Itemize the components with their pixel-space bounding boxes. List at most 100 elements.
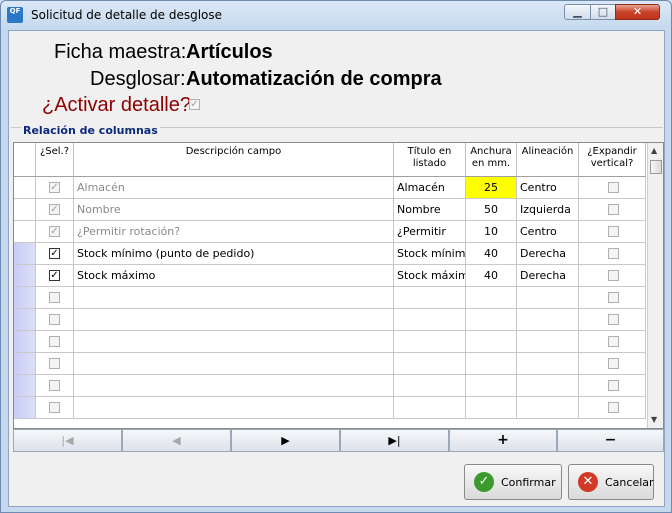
sel-cell[interactable]: [36, 309, 74, 331]
sel-cell[interactable]: [36, 353, 74, 375]
sel-checkbox[interactable]: [49, 402, 60, 413]
expandir-cell[interactable]: [579, 353, 646, 375]
sel-cell[interactable]: [36, 375, 74, 397]
sel-cell[interactable]: ✓: [36, 243, 74, 265]
anchura-cell[interactable]: [466, 397, 517, 419]
table-row[interactable]: ✓ Nombre Nombre 50 Izquierda: [14, 199, 646, 221]
sel-cell[interactable]: [36, 331, 74, 353]
desc-cell[interactable]: Almacén: [74, 177, 394, 199]
alineacion-cell[interactable]: Izquierda: [517, 199, 579, 221]
sel-checkbox[interactable]: [49, 314, 60, 325]
row-indicator[interactable]: [14, 265, 36, 287]
vertical-scrollbar[interactable]: ▲ ▼: [647, 143, 663, 428]
desc-cell[interactable]: ¿Permitir rotación?: [74, 221, 394, 243]
table-row[interactable]: ✓ Almacén Almacén 25 Centro: [14, 177, 646, 199]
expandir-checkbox[interactable]: [608, 336, 619, 347]
sel-checkbox[interactable]: ✓: [49, 226, 60, 237]
sel-checkbox[interactable]: ✓: [49, 248, 60, 259]
row-indicator[interactable]: [14, 221, 36, 243]
expandir-checkbox[interactable]: [608, 204, 619, 215]
alineacion-cell[interactable]: [517, 287, 579, 309]
header-anchura[interactable]: Anchura en mm.: [466, 143, 517, 177]
expandir-checkbox[interactable]: [608, 358, 619, 369]
expandir-cell[interactable]: [579, 309, 646, 331]
next-record-button[interactable]: ▶: [231, 429, 340, 452]
sel-cell[interactable]: ✓: [36, 177, 74, 199]
row-indicator[interactable]: [14, 331, 36, 353]
titulo-cell[interactable]: [394, 353, 466, 375]
scroll-down-icon[interactable]: ▼: [651, 415, 657, 424]
sel-checkbox[interactable]: [49, 380, 60, 391]
anchura-cell[interactable]: 10: [466, 221, 517, 243]
scroll-thumb[interactable]: [650, 160, 662, 174]
expandir-checkbox[interactable]: [608, 292, 619, 303]
previous-record-button[interactable]: ◀: [122, 429, 231, 452]
desc-cell[interactable]: Stock máximo: [74, 265, 394, 287]
row-indicator[interactable]: [14, 243, 36, 265]
header-expandir[interactable]: ¿Expandir vertical?: [579, 143, 646, 177]
desc-cell[interactable]: [74, 287, 394, 309]
desc-cell[interactable]: Nombre: [74, 199, 394, 221]
sel-checkbox[interactable]: [49, 336, 60, 347]
sel-checkbox[interactable]: ✓: [49, 204, 60, 215]
header-descripcion[interactable]: Descripción campo: [74, 143, 394, 177]
alineacion-cell[interactable]: Centro: [517, 221, 579, 243]
sel-checkbox[interactable]: [49, 292, 60, 303]
desc-cell[interactable]: [74, 309, 394, 331]
confirm-button[interactable]: ✓ Confirmar: [464, 464, 562, 500]
scroll-up-icon[interactable]: ▲: [651, 146, 657, 155]
table-row[interactable]: [14, 375, 646, 397]
desc-cell[interactable]: Stock mínimo (punto de pedido): [74, 243, 394, 265]
expandir-cell[interactable]: [579, 331, 646, 353]
maximize-button[interactable]: □: [590, 4, 616, 20]
expandir-cell[interactable]: [579, 265, 646, 287]
titulo-cell[interactable]: Stock mínimo: [394, 243, 466, 265]
last-record-button[interactable]: ▶|: [340, 429, 449, 452]
titulo-cell[interactable]: Stock máximo: [394, 265, 466, 287]
anchura-cell[interactable]: [466, 353, 517, 375]
titulo-cell[interactable]: [394, 397, 466, 419]
close-button[interactable]: ✕: [615, 4, 660, 20]
titulo-cell[interactable]: Nombre: [394, 199, 466, 221]
table-row[interactable]: [14, 397, 646, 419]
row-indicator[interactable]: [14, 199, 36, 221]
titulo-cell[interactable]: [394, 287, 466, 309]
table-row[interactable]: [14, 331, 646, 353]
expandir-checkbox[interactable]: [608, 402, 619, 413]
first-record-button[interactable]: |◀: [13, 429, 122, 452]
expandir-cell[interactable]: [579, 177, 646, 199]
header-titulo[interactable]: Título en listado: [394, 143, 466, 177]
titulo-cell[interactable]: [394, 331, 466, 353]
expandir-checkbox[interactable]: [608, 226, 619, 237]
desc-cell[interactable]: [74, 331, 394, 353]
row-indicator[interactable]: [14, 309, 36, 331]
cancel-button[interactable]: ✕ Cancelar: [568, 464, 654, 500]
anchura-cell[interactable]: 25: [466, 177, 517, 199]
expandir-cell[interactable]: [579, 221, 646, 243]
row-indicator[interactable]: [14, 375, 36, 397]
titulo-cell[interactable]: Almacén: [394, 177, 466, 199]
titulo-cell[interactable]: [394, 309, 466, 331]
sel-cell[interactable]: ✓: [36, 199, 74, 221]
alineacion-cell[interactable]: Centro: [517, 177, 579, 199]
table-row[interactable]: ✓Stock máximoStock máximo40Derecha: [14, 265, 646, 287]
minimize-button[interactable]: ▁: [564, 4, 591, 20]
sel-cell[interactable]: ✓: [36, 265, 74, 287]
alineacion-cell[interactable]: [517, 309, 579, 331]
alineacion-cell[interactable]: [517, 353, 579, 375]
alineacion-cell[interactable]: [517, 375, 579, 397]
anchura-cell[interactable]: 40: [466, 265, 517, 287]
titulo-cell[interactable]: ¿Permitir: [394, 221, 466, 243]
anchura-cell[interactable]: [466, 287, 517, 309]
expandir-cell[interactable]: [579, 397, 646, 419]
expandir-cell[interactable]: [579, 243, 646, 265]
anchura-cell[interactable]: [466, 375, 517, 397]
sel-checkbox[interactable]: [49, 358, 60, 369]
expandir-cell[interactable]: [579, 199, 646, 221]
title-bar[interactable]: QF Solicitud de detalle de desglose ▁ □ …: [1, 1, 671, 30]
expandir-checkbox[interactable]: [608, 182, 619, 193]
sel-cell[interactable]: [36, 287, 74, 309]
table-row[interactable]: [14, 309, 646, 331]
table-row[interactable]: ✓ ¿Permitir rotación? ¿Permitir 10 Centro: [14, 221, 646, 243]
desc-cell[interactable]: [74, 353, 394, 375]
